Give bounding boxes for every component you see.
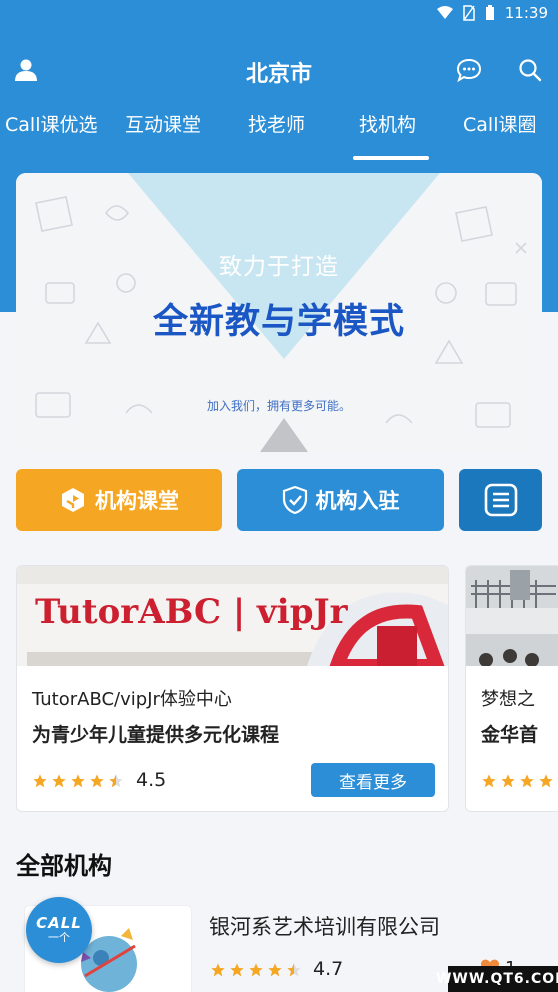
rating-stars bbox=[481, 773, 554, 789]
star-icon bbox=[90, 774, 104, 788]
call-floating-button[interactable]: CALL 一个 bbox=[26, 897, 92, 963]
featured-institution-card[interactable]: 梦想之 金华首 bbox=[465, 565, 558, 812]
list-document-icon bbox=[484, 483, 517, 517]
rating-stars bbox=[32, 773, 124, 789]
rating-value: 4.5 bbox=[136, 769, 167, 791]
institution-join-label: 机构入驻 bbox=[315, 489, 400, 513]
promo-banner[interactable]: 致力于打造 全新教与学模式 加入我们，拥有更多可能。 bbox=[16, 173, 542, 452]
no-sim-icon bbox=[463, 5, 475, 21]
search-button[interactable] bbox=[516, 56, 544, 84]
star-icon bbox=[539, 774, 553, 788]
star-icon bbox=[501, 774, 515, 788]
institution-description: 金华首 bbox=[481, 724, 539, 746]
message-button[interactable] bbox=[455, 56, 483, 84]
institution-sign: TutorABC | vipJr bbox=[35, 592, 348, 632]
star-icon bbox=[71, 774, 85, 788]
tab-find-teacher[interactable]: 找老师 bbox=[248, 110, 305, 137]
watermark: WWW.QT6.COM bbox=[436, 966, 558, 992]
search-icon bbox=[519, 59, 542, 82]
star-icon bbox=[482, 774, 496, 788]
tab-call-circle[interactable]: Call课圈 bbox=[463, 110, 536, 137]
shield-check-icon bbox=[282, 485, 307, 515]
banner-subtitle: 致力于打造 bbox=[219, 254, 339, 280]
tab-call-course[interactable]: Call课优选 bbox=[5, 110, 97, 137]
star-icon bbox=[230, 963, 244, 977]
institution-name: 银河系艺术培训有限公司 bbox=[209, 915, 440, 939]
status-bar: 11:39 bbox=[0, 0, 558, 28]
institution-classroom-label: 机构课堂 bbox=[95, 489, 179, 513]
battery-icon bbox=[485, 5, 494, 20]
banner-caption: 加入我们，拥有更多可能。 bbox=[206, 399, 351, 413]
institution-classroom-button[interactable]: 机构课堂 bbox=[16, 469, 222, 531]
status-icons: 11:39 bbox=[436, 4, 548, 22]
featured-institution-card[interactable]: TutorABC | vipJr TutorABC/vipJr体验中心 为青少年… bbox=[16, 565, 449, 812]
star-icon bbox=[249, 963, 263, 977]
tab-find-institution[interactable]: 找机构 bbox=[359, 110, 416, 137]
institution-join-button[interactable]: 机构入驻 bbox=[237, 469, 444, 531]
rating-stars bbox=[210, 962, 302, 978]
section-title: 全部机构 bbox=[16, 852, 112, 880]
star-icon bbox=[520, 774, 534, 788]
institution-photo bbox=[466, 566, 558, 666]
star-icon bbox=[268, 963, 282, 977]
cube-icon bbox=[62, 488, 84, 512]
star-icon bbox=[211, 963, 225, 977]
rating-value: 4.7 bbox=[313, 958, 344, 980]
call-label: CALL bbox=[36, 914, 82, 932]
call-sublabel: 一个 bbox=[48, 931, 70, 944]
institution-list-button[interactable] bbox=[459, 469, 542, 531]
star-icon bbox=[33, 774, 47, 788]
chat-bubble-icon bbox=[456, 58, 482, 82]
half-star-icon bbox=[287, 963, 301, 977]
view-more-button[interactable]: 查看更多 bbox=[311, 763, 435, 797]
wifi-icon bbox=[436, 6, 453, 19]
tab-indicator bbox=[353, 156, 429, 160]
category-tabs: Call课优选 互动课堂 找老师 找机构 Call课圈 bbox=[0, 110, 558, 164]
institution-description: 为青少年儿童提供多元化课程 bbox=[32, 724, 280, 746]
tab-interactive-class[interactable]: 互动课堂 bbox=[125, 110, 201, 137]
star-icon bbox=[52, 774, 66, 788]
institution-name: TutorABC/vipJr体验中心 bbox=[32, 689, 232, 710]
half-star-icon bbox=[109, 774, 123, 788]
institution-name: 梦想之 bbox=[481, 689, 535, 710]
banner-title: 全新教与学模式 bbox=[152, 302, 405, 342]
institution-photo-graphic bbox=[466, 566, 558, 666]
institution-photo: TutorABC | vipJr bbox=[17, 566, 448, 666]
status-time: 11:39 bbox=[504, 4, 548, 22]
